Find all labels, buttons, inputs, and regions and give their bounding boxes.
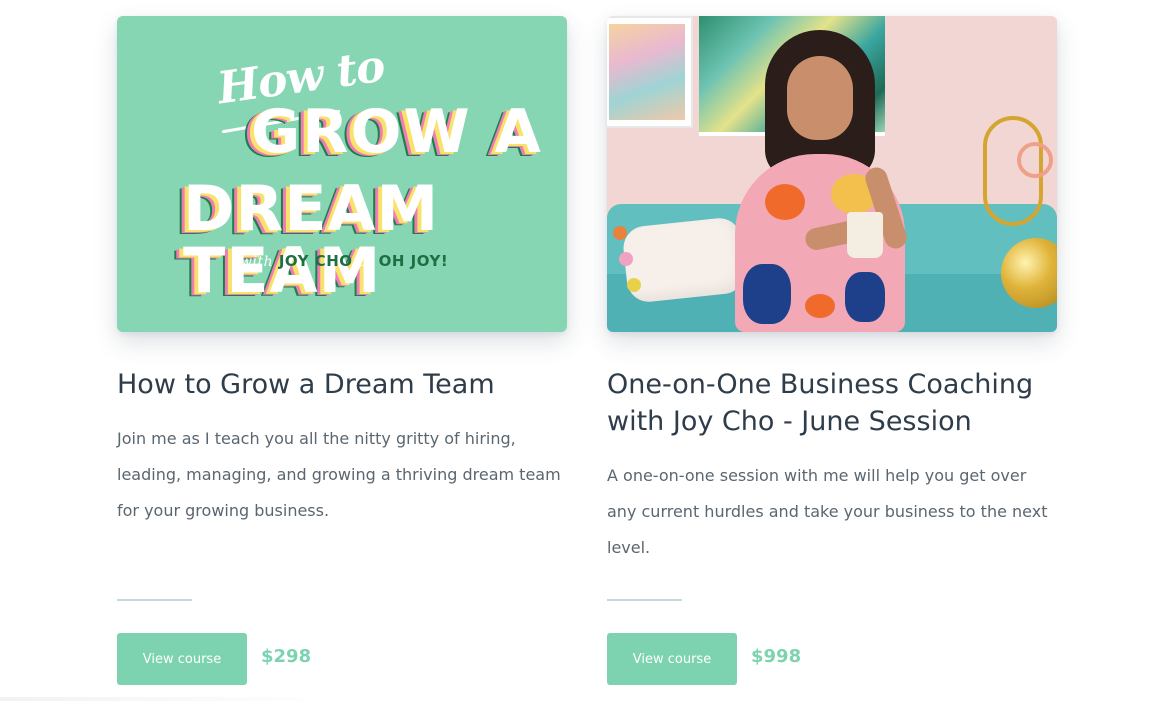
divider (607, 599, 682, 601)
course-title[interactable]: One-on-One Business Coaching with Joy Ch… (607, 366, 1057, 440)
view-course-button[interactable]: View course (117, 633, 247, 685)
course-thumbnail[interactable] (607, 16, 1057, 332)
bottom-bar-shadow (0, 697, 340, 701)
course-description: Join me as I teach you all the nitty gri… (117, 429, 561, 520)
photo-pompom (619, 252, 633, 266)
photo-pillow (621, 216, 747, 304)
thumbnail-headline-line1: GROW A (251, 97, 543, 167)
photo-pompom (613, 226, 627, 240)
photo-mug (847, 212, 883, 258)
thumbnail-brand: OH JOY! (378, 252, 449, 270)
course-thumbnail[interactable]: How to GROW A DREAM TEAM with JOY CHO of… (117, 16, 567, 332)
course-card: How to GROW A DREAM TEAM with JOY CHO of… (117, 16, 567, 685)
course-price: $998 (751, 646, 802, 667)
photo-person-face (787, 56, 853, 140)
course-title[interactable]: How to Grow a Dream Team (117, 366, 567, 403)
view-course-button[interactable]: View course (607, 633, 737, 685)
thumbnail-author: JOY CHO (278, 252, 353, 270)
thumbnail-byline: with JOY CHO of OH JOY! (240, 252, 448, 270)
course-description: A one-on-one session with me will help y… (607, 466, 1048, 557)
photo-pompom (627, 278, 641, 292)
photo-gold-decor (1017, 142, 1053, 178)
photo-framed-art (607, 16, 693, 128)
thumbnail-with-word: with (240, 254, 274, 270)
thumbnail-of-word: of (358, 254, 373, 270)
divider (117, 599, 192, 601)
thumbnail-headline-line2: DREAM TEAM (183, 172, 440, 307)
course-card: One-on-One Business Coaching with Joy Ch… (607, 16, 1057, 685)
course-price: $298 (261, 646, 312, 667)
